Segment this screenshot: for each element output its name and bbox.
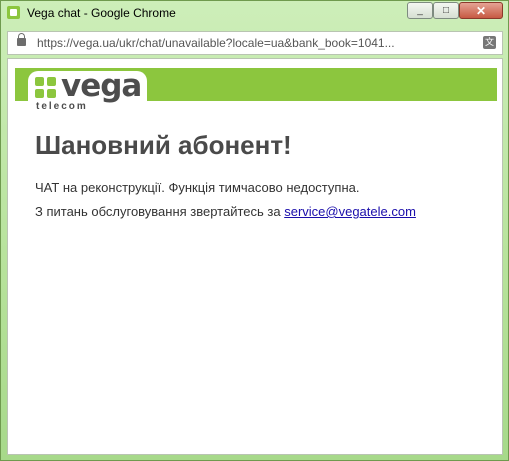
contact-text: З питань обслуговування звертайтесь за [35, 204, 285, 219]
window-title: Vega chat - Google Chrome [27, 6, 176, 20]
close-icon: ✕ [475, 3, 487, 18]
logo-brand: vega [61, 68, 142, 104]
logo-mark-icon [35, 77, 57, 99]
logo-subtitle: telecom [36, 101, 88, 112]
url-text[interactable]: https://vega.ua/ukr/chat/unavailable?loc… [37, 36, 467, 50]
close-button[interactable]: ✕ [459, 2, 503, 19]
status-message: ЧАТ на реконструкції. Функція тимчасово … [35, 180, 360, 195]
minimize-button[interactable]: _ [407, 2, 433, 19]
browser-window: Vega chat - Google Chrome _ □ ✕ https://… [0, 0, 509, 461]
email-link[interactable]: service@vegatele.com [284, 204, 416, 219]
maximize-button[interactable]: □ [433, 2, 459, 19]
address-bar[interactable]: https://vega.ua/ukr/chat/unavailable?loc… [7, 31, 503, 55]
lock-icon [17, 33, 26, 46]
app-icon [7, 6, 20, 19]
minimize-icon: _ [417, 5, 423, 16]
vega-logo: vega telecom [28, 68, 147, 115]
contact-message: З питань обслуговування звертайтесь за s… [35, 204, 416, 219]
page-heading: Шановний абонент! [35, 130, 292, 160]
title-bar[interactable]: Vega chat - Google Chrome _ □ ✕ [1, 1, 508, 25]
page-viewport: vega telecom Шановний абонент! ЧАТ на ре… [7, 58, 503, 455]
maximize-icon: □ [442, 5, 450, 16]
translate-icon[interactable]: 文 [483, 36, 496, 49]
